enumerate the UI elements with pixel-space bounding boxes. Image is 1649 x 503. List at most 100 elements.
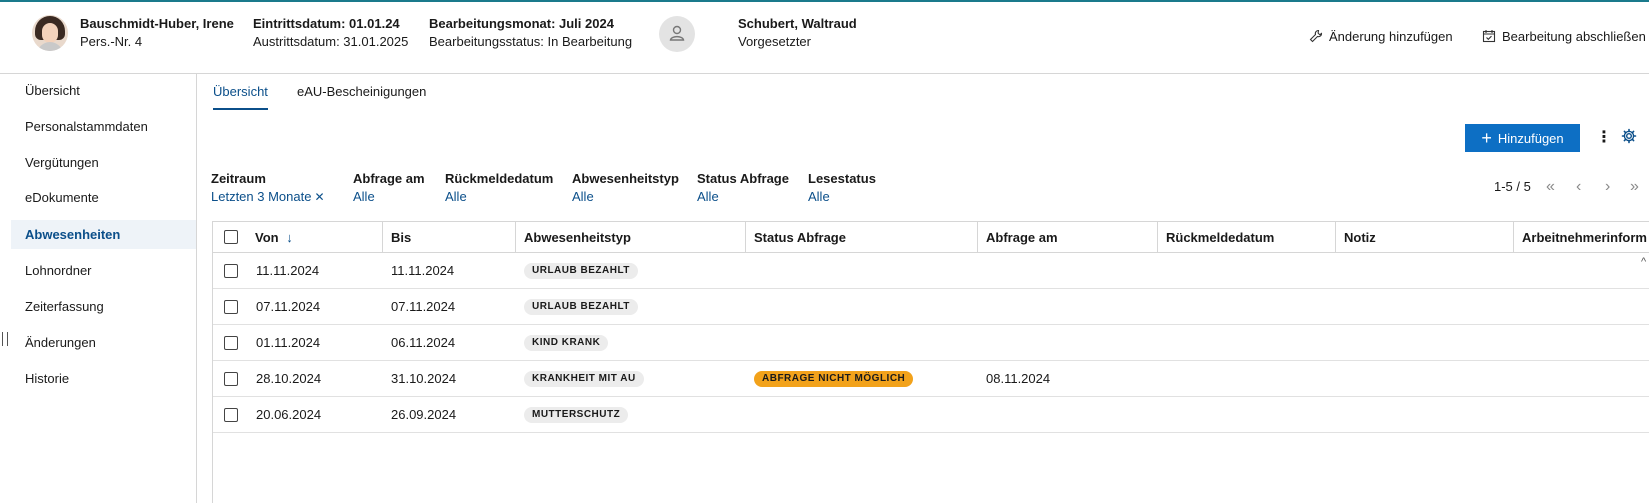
column-header-von[interactable]: Von ↓ — [247, 222, 383, 253]
column-header-bis[interactable]: Bis — [383, 222, 516, 253]
plus-icon: + — [1481, 128, 1492, 148]
select-all-checkbox[interactable] — [224, 230, 238, 244]
table-row[interactable]: 20.06.2024 26.09.2024 MUTTERSCHUTZ — [213, 397, 1649, 433]
supervisor-name: Schubert, Waltraud — [738, 16, 857, 31]
column-header-arbeitnehmerinformation[interactable]: Arbeitnehmerinform — [1514, 222, 1649, 253]
cell-bis: 26.09.2024 — [391, 407, 457, 422]
filter-value: Alle — [445, 189, 467, 204]
sidebar-item-edokumente[interactable]: eDokumente — [11, 183, 196, 212]
previous-page-icon[interactable]: ‹ — [1576, 178, 1581, 196]
filter-value: Letzten 3 Monate — [211, 189, 312, 204]
sidebar-nav: Übersicht Personalstammdaten Vergütungen… — [11, 74, 197, 503]
gear-icon[interactable] — [1621, 128, 1637, 144]
scroll-up-icon[interactable]: ^ — [1641, 256, 1646, 268]
filter-label: Lesestatus — [808, 171, 876, 186]
finish-processing-button[interactable]: Bearbeitung abschließen — [1482, 26, 1646, 46]
column-header-abfrage-am[interactable]: Abfrage am — [978, 222, 1158, 253]
table-row[interactable]: 07.11.2024 07.11.2024 URLAUB BEZAHLT — [213, 289, 1649, 325]
table-row[interactable]: 28.10.2024 31.10.2024 KRANKHEIT MIT AU A… — [213, 361, 1649, 397]
add-change-label: Änderung hinzufügen — [1329, 28, 1453, 44]
row-checkbox[interactable] — [224, 264, 238, 278]
sidebar-item-aenderungen[interactable]: Änderungen — [11, 328, 196, 357]
column-header-status-abfrage[interactable]: Status Abfrage — [746, 222, 978, 253]
sidebar-item-abwesenheiten[interactable]: Abwesenheiten — [11, 220, 196, 249]
cell-bis: 07.11.2024 — [391, 299, 456, 314]
processing-month: Bearbeitungsmonat: Juli 2024 — [429, 16, 614, 31]
exit-date: Austrittsdatum: 31.01.2025 — [253, 34, 409, 49]
filter-abwesenheitstyp[interactable]: Abwesenheitstyp Alle — [572, 170, 679, 206]
filter-zeitraum[interactable]: Zeitraum Letzten 3 Monate ✕ — [211, 170, 325, 206]
sidebar-item-uebersicht[interactable]: Übersicht — [11, 76, 196, 105]
sidebar-resize-handle[interactable] — [2, 332, 8, 346]
filter-value: Alle — [353, 189, 375, 204]
absence-type-badge: URLAUB BEZAHLT — [524, 263, 638, 279]
absence-type-badge: KRANKHEIT MIT AU — [524, 371, 644, 387]
row-checkbox[interactable] — [224, 300, 238, 314]
first-page-icon[interactable]: « — [1546, 178, 1555, 196]
processing-status: Bearbeitungsstatus: In Bearbeitung — [429, 34, 633, 49]
sidebar-item-lohnordner[interactable]: Lohnordner — [11, 256, 196, 285]
absence-type-badge: URLAUB BEZAHLT — [524, 299, 638, 315]
cell-abfrage-am: 08.11.2024 — [986, 371, 1051, 386]
cell-von: 01.11.2024 — [256, 335, 321, 350]
filter-label: Abfrage am — [353, 171, 425, 186]
column-header-notiz[interactable]: Notiz — [1336, 222, 1514, 253]
clear-filter-icon[interactable]: ✕ — [314, 190, 324, 204]
cell-von: 11.11.2024 — [256, 263, 320, 278]
filter-lesestatus[interactable]: Lesestatus Alle — [808, 170, 876, 206]
absence-type-badge: KIND KRANK — [524, 335, 609, 351]
row-checkbox[interactable] — [224, 408, 238, 422]
personnel-number: Pers.-Nr. 4 — [80, 34, 143, 49]
column-header-rueckmeldedatum[interactable]: Rückmeldedatum — [1158, 222, 1336, 253]
cell-bis: 31.10.2024 — [391, 371, 457, 386]
sidebar-item-personalstammdaten[interactable]: Personalstammdaten — [11, 112, 196, 141]
pager-range: 1-5 / 5 — [1494, 179, 1531, 194]
add-absence-button[interactable]: + Hinzufügen — [1465, 124, 1580, 152]
cell-bis: 06.11.2024 — [391, 335, 456, 350]
tab-eau-bescheinigungen[interactable]: eAU-Bescheinigungen — [297, 82, 426, 110]
filter-value: Alle — [808, 189, 830, 204]
last-page-icon[interactable]: » — [1630, 178, 1639, 196]
employment-dates: Eintrittsdatum: 01.01.24 Austrittsdatum:… — [253, 15, 408, 51]
filter-value: Alle — [572, 189, 594, 204]
finish-processing-label: Bearbeitung abschließen — [1502, 28, 1646, 44]
table-row[interactable]: 01.11.2024 06.11.2024 KIND KRANK — [213, 325, 1649, 361]
column-header-abwesenheitstyp[interactable]: Abwesenheitstyp — [516, 222, 746, 253]
next-page-icon[interactable]: › — [1605, 178, 1610, 196]
filter-label: Zeitraum — [211, 171, 266, 186]
employee-header: Bauschmidt-Huber, Irene Pers.-Nr. 4 Eint… — [0, 0, 1649, 74]
filter-label: Rückmeldedatum — [445, 171, 554, 186]
employee-name: Bauschmidt-Huber, Irene — [80, 16, 234, 31]
calendar-check-icon — [1482, 30, 1496, 43]
filter-label: Abwesenheitstyp — [572, 171, 679, 186]
supervisor-avatar-icon — [659, 16, 695, 52]
employee-avatar — [32, 15, 68, 51]
supervisor-info: Schubert, Waltraud Vorgesetzter — [738, 15, 857, 51]
query-status-badge: ABFRAGE NICHT MÖGLICH — [754, 371, 914, 387]
add-change-button[interactable]: Änderung hinzufügen — [1309, 26, 1453, 46]
filter-value: Alle — [697, 189, 719, 204]
absences-table: Von ↓ Bis Abwesenheitstyp Status Abfrage… — [212, 221, 1649, 503]
wrench-icon — [1309, 29, 1323, 43]
sidebar-item-historie[interactable]: Historie — [11, 364, 196, 393]
filter-rueckmeldedatum[interactable]: Rückmeldedatum Alle — [445, 170, 553, 206]
cell-von: 28.10.2024 — [256, 371, 322, 386]
supervisor-role: Vorgesetzter — [738, 34, 811, 49]
sidebar-item-verguetungen[interactable]: Vergütungen — [11, 148, 196, 177]
table-row[interactable]: 11.11.2024 11.11.2024 URLAUB BEZAHLT — [213, 253, 1649, 289]
table-header: Von ↓ Bis Abwesenheitstyp Status Abfrage… — [213, 222, 1649, 253]
tab-uebersicht[interactable]: Übersicht — [213, 82, 268, 110]
employee-info: Bauschmidt-Huber, Irene Pers.-Nr. 4 — [80, 15, 234, 51]
filter-status-abfrage[interactable]: Status Abfrage Alle — [697, 170, 789, 206]
cell-bis: 11.11.2024 — [391, 263, 455, 278]
row-checkbox[interactable] — [224, 372, 238, 386]
filter-abfrage-am[interactable]: Abfrage am Alle — [353, 170, 425, 206]
filter-label: Status Abfrage — [697, 171, 789, 186]
add-absence-label: Hinzufügen — [1497, 130, 1564, 146]
sort-descending-icon: ↓ — [286, 230, 293, 245]
row-checkbox[interactable] — [224, 336, 238, 350]
cell-von: 07.11.2024 — [256, 299, 321, 314]
more-options-icon[interactable]: ⋮ — [1596, 127, 1612, 149]
sidebar-item-zeiterfassung[interactable]: Zeiterfassung — [11, 292, 196, 321]
cell-von: 20.06.2024 — [256, 407, 322, 422]
